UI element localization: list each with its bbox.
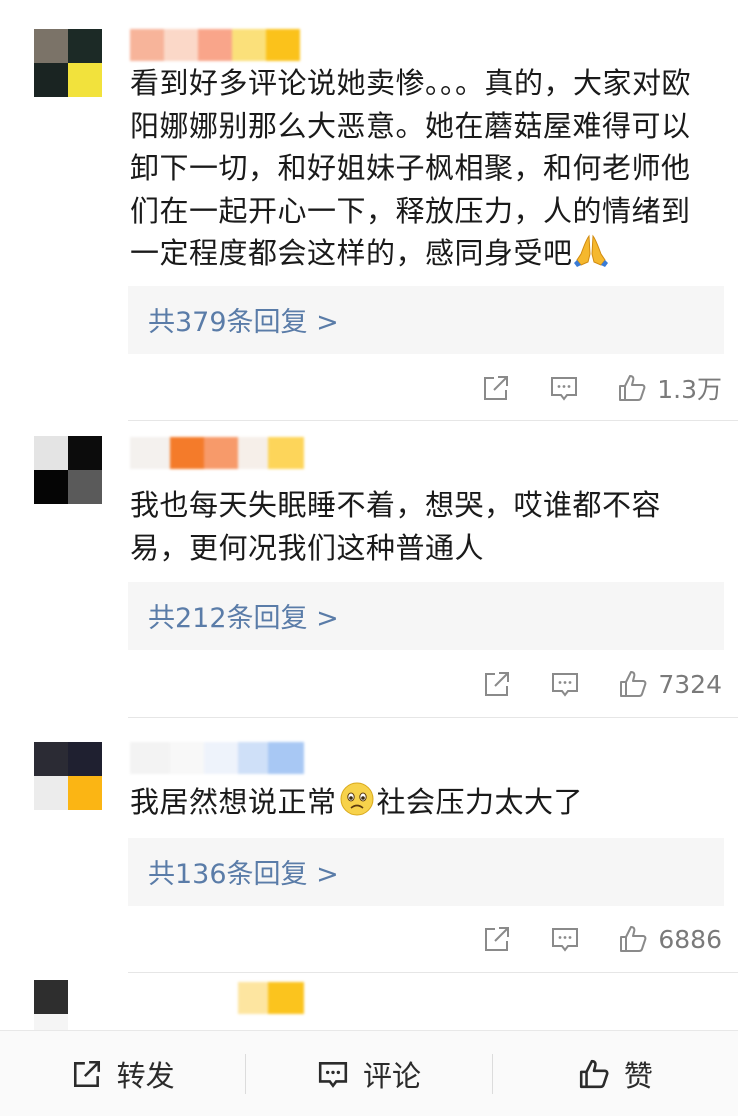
comment-actions: 7324 [482, 664, 722, 704]
like-count: 6886 [658, 924, 722, 954]
comment-body: 我也每天失眠睡不着，想哭，哎谁都不容易，更何况我们这种普通人 [130, 488, 662, 565]
comment-actions: 1.3万 [481, 368, 722, 408]
folded-hands-icon [573, 234, 608, 267]
comment-text: 看到好多评论说她卖惨。。。真的，大家对欧阳娜娜别那么大恶意。她在蘑菇屋难得可以卸… [130, 62, 705, 275]
comment-icon[interactable] [550, 924, 580, 954]
repost-icon[interactable] [481, 373, 511, 403]
like-label: 赞 [623, 1058, 653, 1093]
comment-text: 我居然想说正常 社会压力太大了 [130, 781, 705, 824]
username-blurred[interactable] [130, 29, 300, 61]
replies-label: 共136条回复 > [148, 859, 339, 890]
comment-body-continued: 社会压力太大了 [376, 785, 584, 819]
like-icon [579, 1059, 609, 1088]
like-icon[interactable] [618, 924, 648, 954]
divider [128, 420, 738, 421]
like-count: 7324 [658, 669, 722, 699]
replies-label: 共212条回复 > [148, 603, 339, 634]
comment-label: 评论 [362, 1058, 421, 1093]
comment-button[interactable]: 评论 [246, 1031, 491, 1116]
repost-icon[interactable] [482, 924, 512, 954]
avatar[interactable] [34, 742, 102, 810]
comment-text: 我也每天失眠睡不着，想哭，哎谁都不容易，更何况我们这种普通人 [130, 484, 705, 569]
replies-label: 共379条回复 > [148, 307, 339, 338]
comment-icon[interactable] [550, 669, 580, 699]
like-button[interactable]: 赞 [493, 1031, 738, 1116]
username-blurred[interactable] [130, 982, 304, 1014]
repost-label: 转发 [116, 1058, 175, 1093]
divider [128, 972, 738, 973]
repost-icon [73, 1060, 100, 1087]
like-count: 1.3万 [657, 375, 722, 404]
comment-body: 我居然想说正常 [130, 785, 337, 819]
like-icon[interactable] [618, 669, 648, 699]
replies-link[interactable]: 共212条回复 > [128, 582, 724, 650]
repost-button[interactable]: 转发 [0, 1031, 245, 1116]
repost-icon[interactable] [482, 669, 512, 699]
like-icon[interactable] [617, 373, 647, 403]
bottom-action-bar: 转发 评论 赞 [0, 1030, 738, 1116]
avatar[interactable] [34, 436, 102, 504]
comment-icon[interactable] [549, 373, 579, 403]
comment-actions: 6886 [482, 919, 722, 959]
avatar[interactable] [34, 29, 102, 97]
username-blurred[interactable] [130, 437, 304, 469]
username-blurred[interactable] [130, 742, 304, 774]
replies-link[interactable]: 共379条回复 > [128, 286, 724, 354]
comment-icon [318, 1061, 348, 1088]
sad-face-icon [340, 782, 374, 816]
divider [128, 717, 738, 718]
replies-link[interactable]: 共136条回复 > [128, 838, 724, 906]
